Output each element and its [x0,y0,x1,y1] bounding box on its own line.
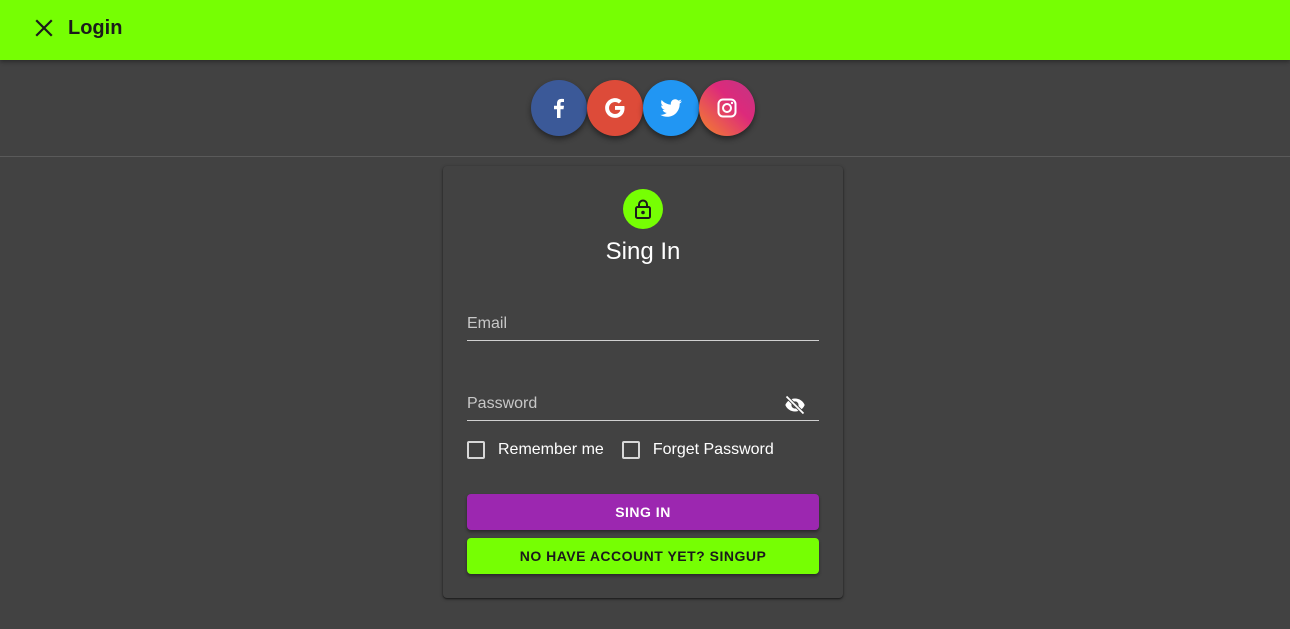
visibility-off-icon [785,395,805,415]
app-bar: Login [0,0,1290,60]
facebook-button[interactable] [531,80,587,136]
remember-me-label: Remember me [498,441,604,458]
close-icon [35,19,53,37]
social-login-strip [0,60,1290,157]
twitter-button[interactable] [643,80,699,136]
instagram-button[interactable] [699,80,755,136]
checkbox-box[interactable] [621,441,640,459]
email-input[interactable] [467,310,777,338]
close-button[interactable] [32,16,56,40]
checkbox-box[interactable] [467,441,485,459]
instagram-icon [717,98,737,118]
signin-button[interactable]: SING IN [467,494,819,530]
options-row: Remember me Forget Password [467,438,792,462]
signin-card: Sing In Remember me Forget Password SING… [443,166,843,598]
page-title: Login [68,17,123,39]
email-field [467,310,819,341]
password-field [467,390,819,421]
twitter-icon [660,99,682,117]
signin-title: Sing In [605,238,681,265]
google-icon [605,98,625,118]
google-button[interactable] [587,80,643,136]
lock-open-icon [635,199,651,219]
toggle-password-visibility-button[interactable] [783,392,807,416]
signup-button[interactable]: NO HAVE ACCOUNT YET? SINGUP [467,538,819,574]
forget-password-label: Forget Password [652,441,774,458]
remember-me-checkbox[interactable]: Remember me [467,441,604,459]
password-input[interactable] [467,390,777,418]
social-buttons [531,80,755,136]
lock-avatar [623,189,663,229]
forget-password-checkbox[interactable]: Forget Password [621,441,774,459]
facebook-icon [554,98,564,118]
